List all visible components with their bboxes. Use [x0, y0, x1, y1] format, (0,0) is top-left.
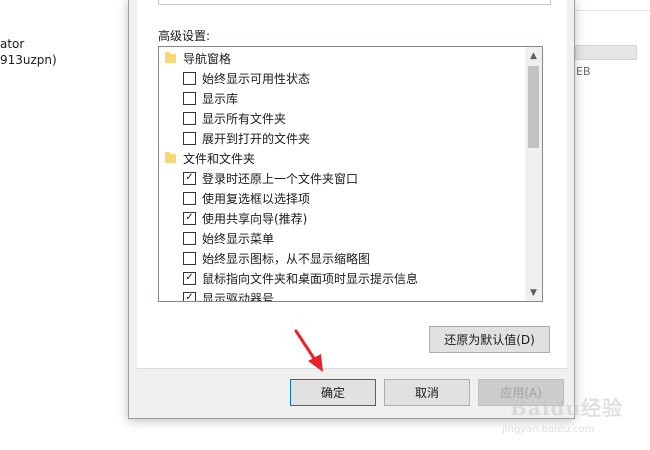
unchecked-checkbox[interactable]	[183, 231, 196, 245]
pointer-arrow-icon	[294, 329, 323, 372]
scroll-up-icon[interactable]: ▲	[525, 47, 542, 64]
tree-checkbox-item[interactable]: 展开到打开的文件夹	[159, 128, 310, 148]
folder-icon	[165, 51, 176, 63]
tree-folder-item: 文件和文件夹	[159, 148, 255, 168]
watermark-brand: Baidu经验	[510, 396, 623, 420]
tree-item-label: 显示驱动器号	[202, 291, 275, 302]
advanced-settings-label: 高级设置:	[158, 29, 211, 43]
tree-item-label: 使用共享向导(推荐)	[202, 211, 308, 226]
tree-checkbox-item[interactable]: ✓ 登录时还原上一个文件夹窗口	[159, 168, 358, 188]
unchecked-checkbox[interactable]	[183, 191, 196, 205]
baidu-watermark: Baidu经验 jingyan.baidu.com	[502, 392, 623, 435]
folder-views-box	[158, 0, 551, 5]
background-storage-bar	[575, 45, 637, 60]
tree-item-label: 始终显示菜单	[202, 231, 275, 246]
background-storage-unit: EB	[576, 65, 591, 78]
tree-checkbox-item[interactable]: 显示库	[159, 88, 238, 108]
tree-item-label: 导航窗格	[183, 51, 232, 66]
cancel-button[interactable]: 取消	[384, 379, 470, 406]
checked-checkbox[interactable]: ✓	[183, 291, 196, 301]
checked-checkbox[interactable]: ✓	[183, 271, 196, 285]
tree-checkbox-item[interactable]: 始终显示菜单	[159, 228, 274, 248]
tree-checkbox-item[interactable]: 显示所有文件夹	[159, 108, 286, 128]
tree-checkbox-item[interactable]: ✓ 鼠标指向文件夹和桌面项时显示提示信息	[159, 268, 418, 288]
tree-folder-item: 导航窗格	[159, 48, 231, 68]
tree-item-label: 始终显示图标，从不显示缩略图	[202, 251, 371, 266]
tree-checkbox-item[interactable]: ✓ 使用共享向导(推荐)	[159, 208, 307, 228]
tree-checkbox-item[interactable]: 始终显示图标，从不显示缩略图	[159, 248, 370, 268]
watermark-url: jingyan.baidu.com	[502, 424, 595, 435]
unchecked-checkbox[interactable]	[183, 71, 196, 85]
unchecked-checkbox[interactable]	[183, 111, 196, 125]
folder-icon	[165, 151, 176, 163]
background-user-name: ator	[0, 37, 25, 51]
tree-item-label: 显示库	[202, 91, 239, 106]
tree-item-label: 文件和文件夹	[183, 151, 256, 166]
tree-checkbox-item[interactable]: 使用复选框以选择项	[159, 188, 310, 208]
ok-button[interactable]: 确定	[290, 379, 376, 406]
tree-item-label: 始终显示可用性状态	[202, 71, 311, 86]
unchecked-checkbox[interactable]	[183, 131, 196, 145]
background-divider	[575, 10, 650, 11]
tree-item-label: 登录时还原上一个文件夹窗口	[202, 171, 359, 186]
tree-item-label: 鼠标指向文件夹和桌面项时显示提示信息	[202, 271, 419, 286]
tree-item-label: 显示所有文件夹	[202, 111, 287, 126]
scroll-thumb[interactable]	[528, 66, 539, 148]
advanced-settings-list[interactable]: 导航窗格始终显示可用性状态 显示库显示所有文件夹展开到打开的文件夹文件和文件夹 ✓ 登…	[158, 46, 543, 302]
scroll-down-icon[interactable]: ▼	[525, 284, 542, 301]
checked-checkbox[interactable]: ✓	[183, 211, 196, 225]
restore-defaults-button[interactable]: 还原为默认值(D)	[429, 326, 550, 353]
unchecked-checkbox[interactable]	[183, 91, 196, 105]
tree-checkbox-item[interactable]: 始终显示可用性状态	[159, 68, 310, 88]
folder-options-dialog: 高级设置: 导航窗格始终显示可用性状态 显示库显示所有文件夹展开到打开的文件夹文件…	[128, 0, 575, 419]
checked-checkbox[interactable]: ✓	[183, 171, 196, 185]
tree-item-label: 使用复选框以选择项	[202, 191, 311, 206]
background-user-id: 913uzpn)	[0, 53, 57, 67]
tree-item-label: 展开到打开的文件夹	[202, 131, 311, 146]
tree-checkbox-item[interactable]: ✓ 显示驱动器号	[159, 288, 275, 302]
unchecked-checkbox[interactable]	[183, 251, 196, 265]
view-tab-panel: 高级设置: 导航窗格始终显示可用性状态 显示库显示所有文件夹展开到打开的文件夹文件…	[137, 0, 567, 369]
vertical-scrollbar[interactable]: ▲ ▼	[525, 47, 542, 301]
